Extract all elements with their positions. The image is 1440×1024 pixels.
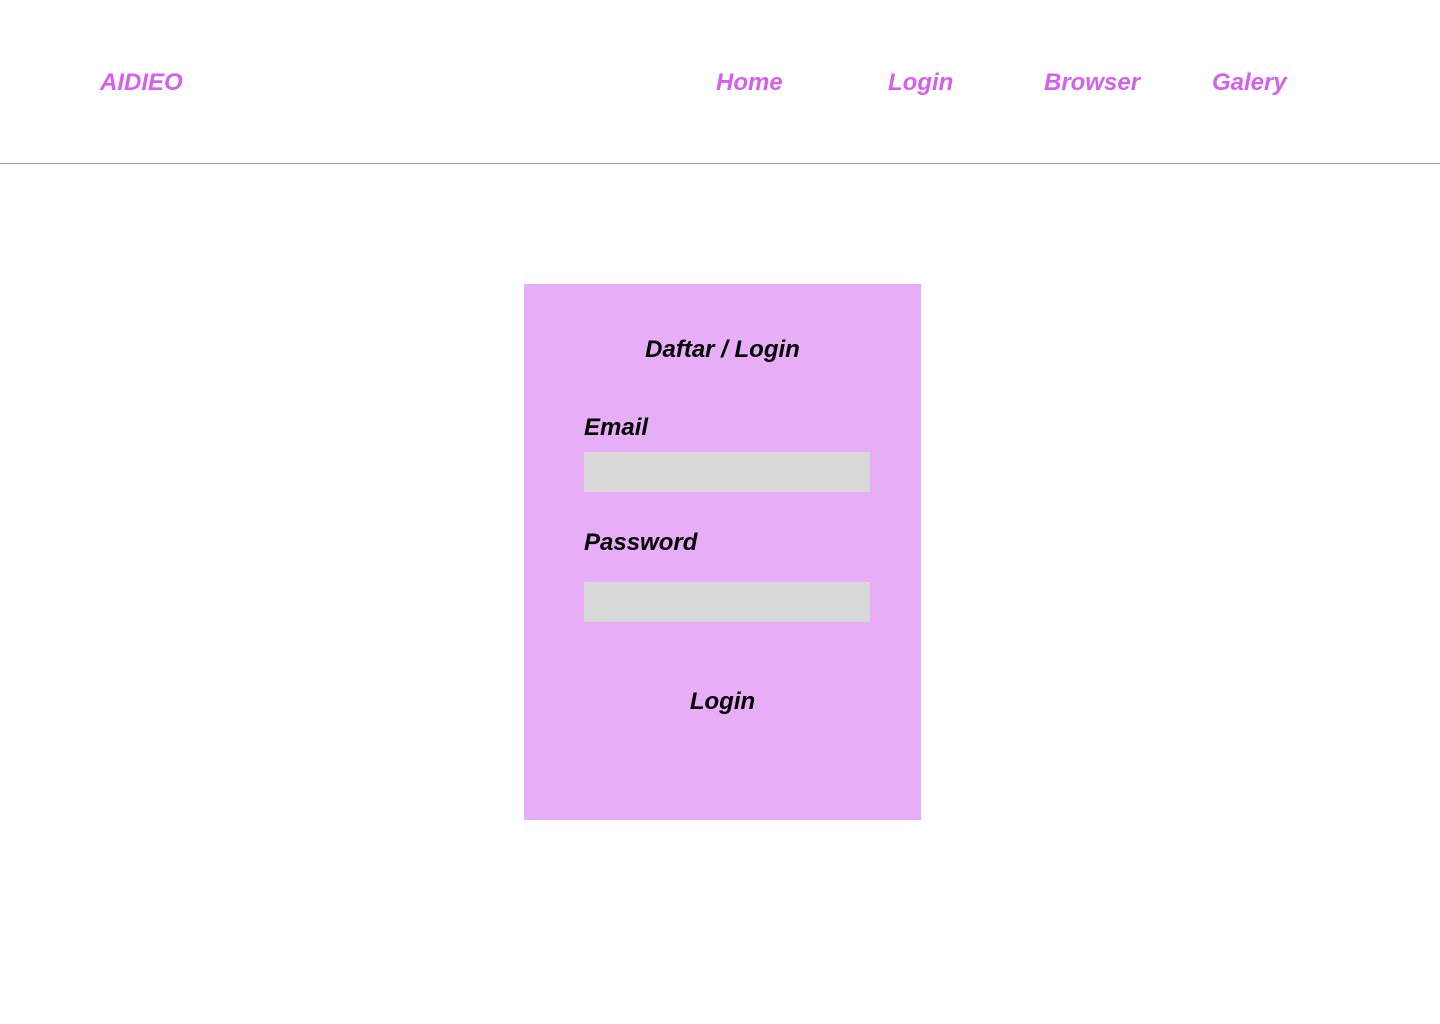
password-input[interactable] (584, 582, 870, 622)
email-input[interactable] (584, 452, 870, 492)
email-label: Email (584, 414, 649, 441)
brand-logo[interactable]: AIDIEO (100, 68, 183, 98)
password-label: Password (584, 529, 698, 556)
nav-login[interactable]: Login (888, 68, 953, 98)
login-card: Daftar / Login Email Password Login (524, 284, 921, 820)
nav-home[interactable]: Home (716, 68, 783, 98)
login-button[interactable]: Login (524, 688, 921, 716)
nav-galery[interactable]: Galery (1212, 68, 1287, 98)
top-nav: AIDIEO Home Login Browser Galery (0, 0, 1440, 164)
nav-browser[interactable]: Browser (1044, 68, 1140, 98)
card-title: Daftar / Login (645, 336, 800, 363)
